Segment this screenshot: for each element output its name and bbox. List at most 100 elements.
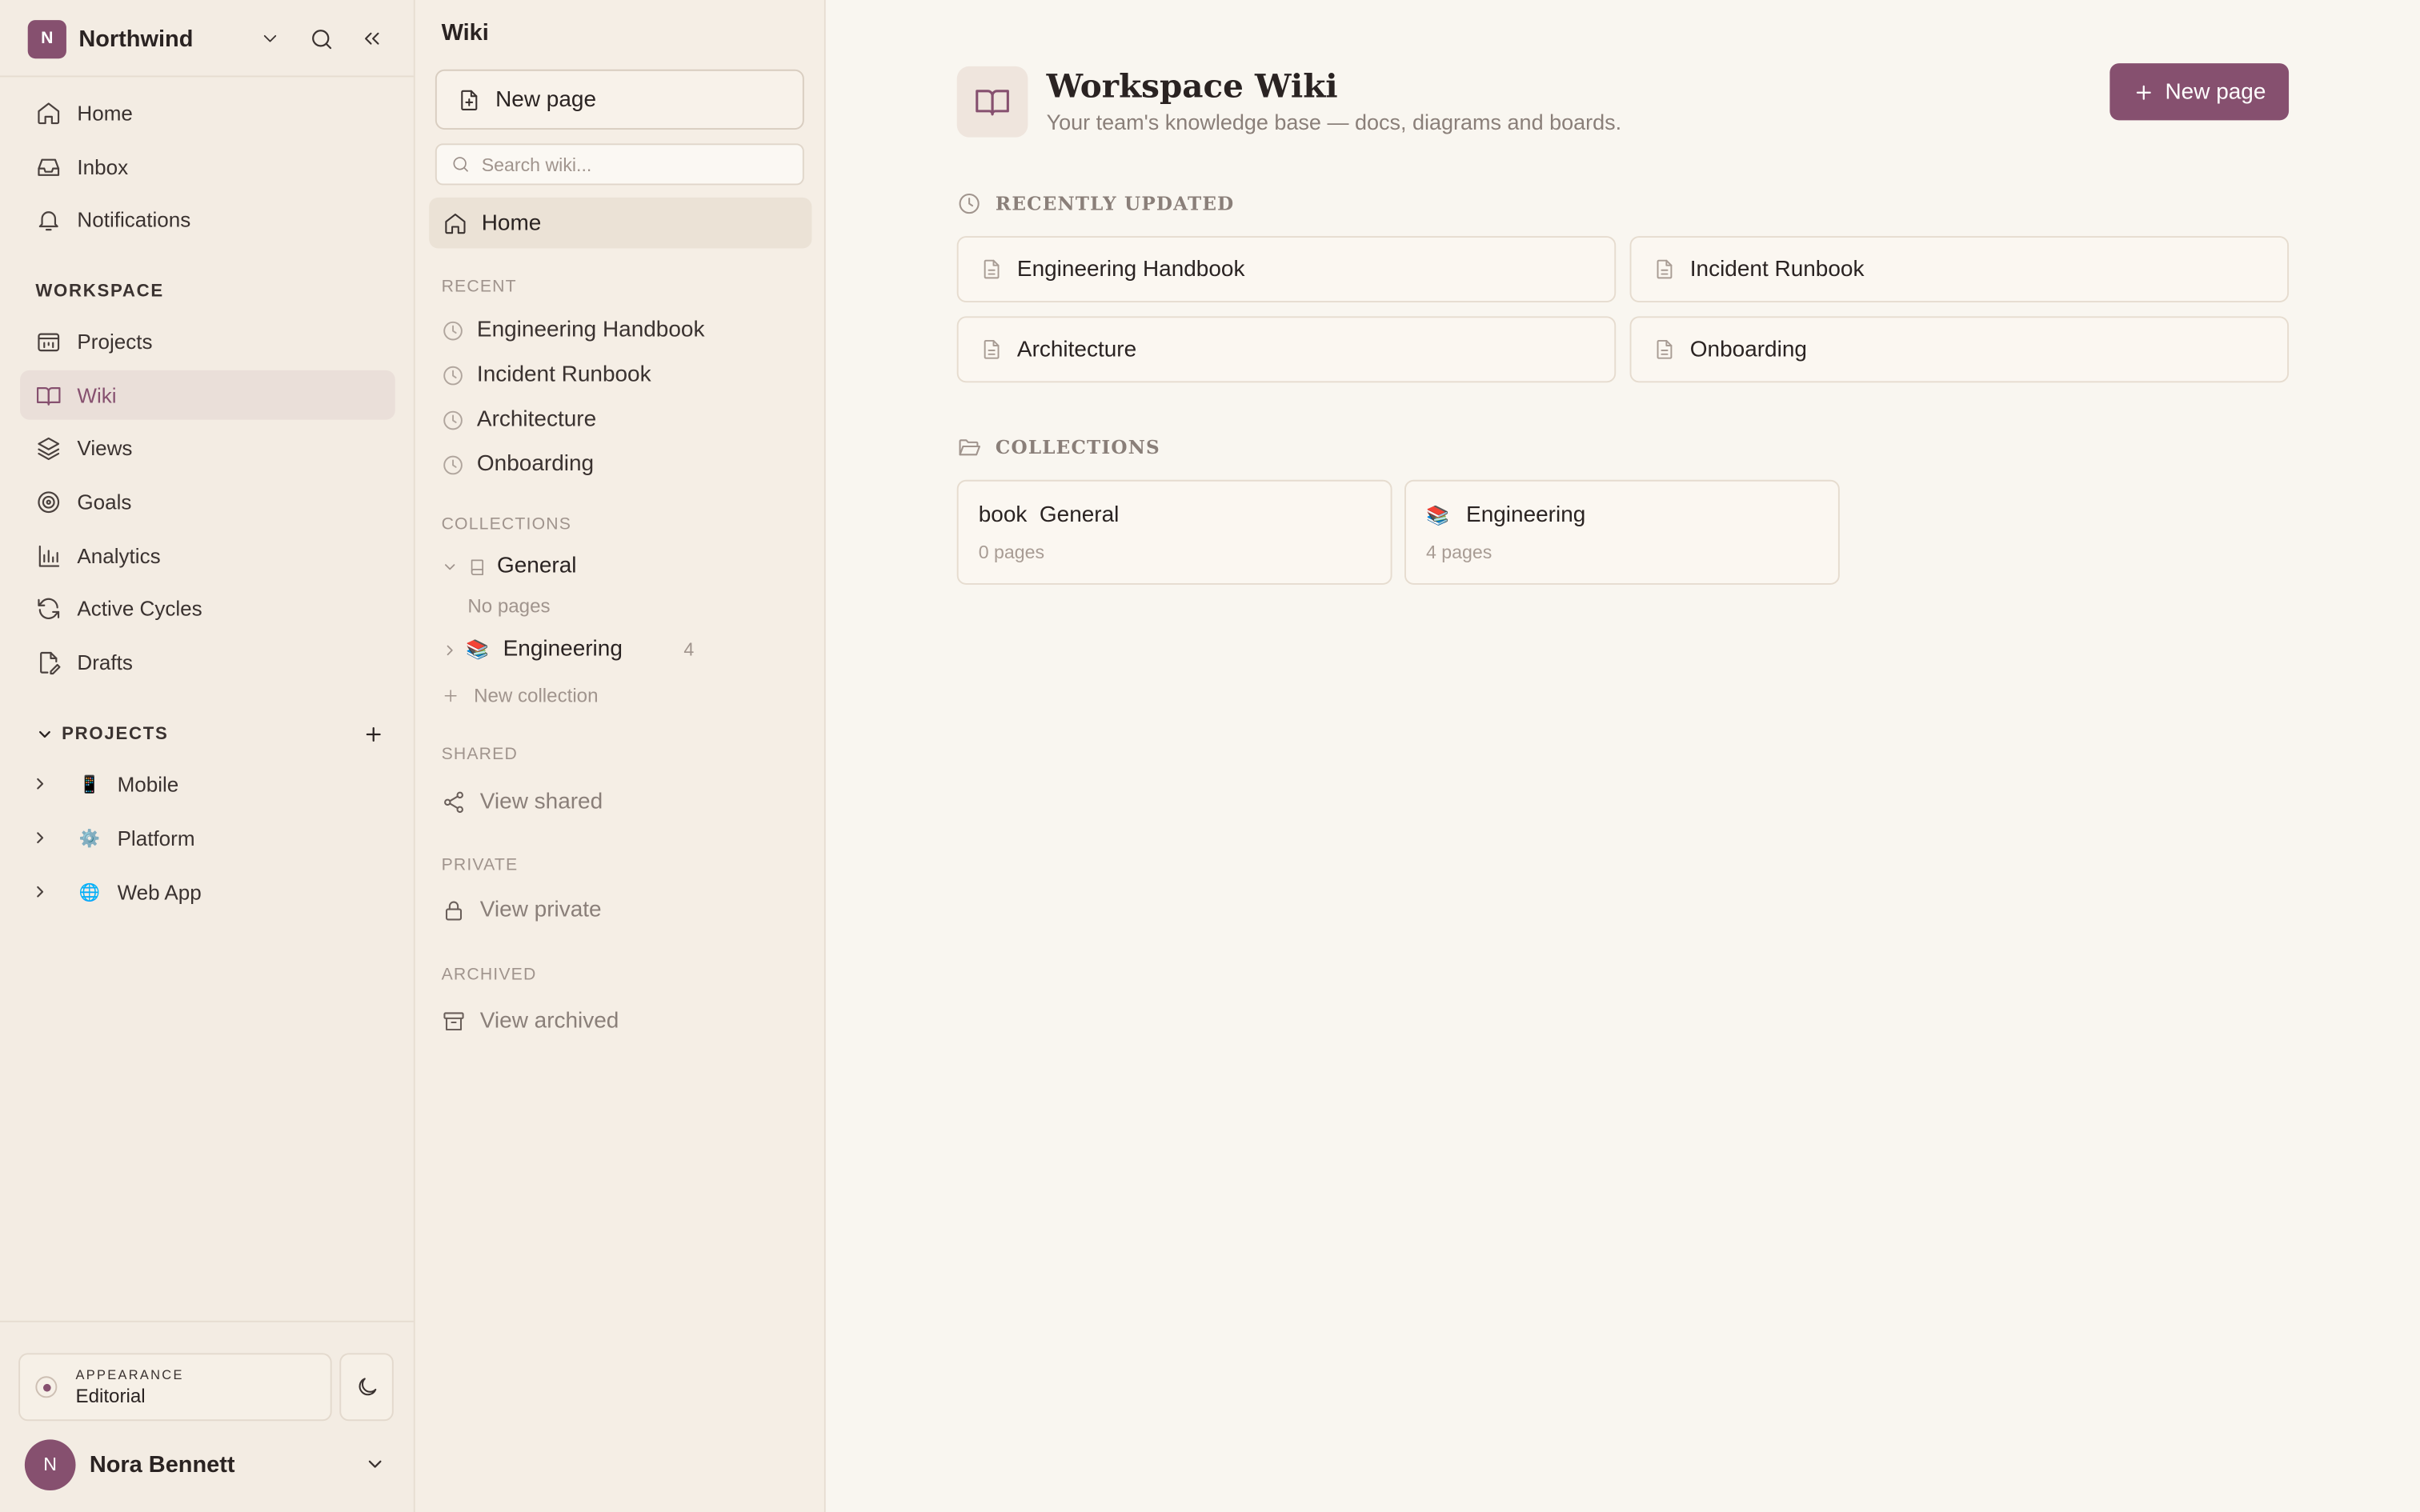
- view-archived-link[interactable]: View archived: [442, 1003, 619, 1040]
- home-icon: [35, 99, 63, 126]
- page-title: Workspace Wiki: [1046, 66, 1338, 106]
- chevron-right-icon[interactable]: [442, 641, 459, 658]
- recent-item[interactable]: Onboarding: [442, 446, 594, 482]
- plus-icon: [2133, 81, 2154, 102]
- new-page-primary-label: New page: [2165, 79, 2266, 105]
- collection-card-title: Engineering: [1466, 502, 1586, 528]
- workspace-switcher-chevron-icon[interactable]: [250, 18, 290, 58]
- nav-notifications[interactable]: Notifications: [20, 194, 395, 244]
- project-item-platform[interactable]: ⚙️ Platform: [31, 814, 195, 861]
- nav-goals[interactable]: Goals: [20, 477, 395, 526]
- divider: [0, 1320, 414, 1322]
- recent-item-label: Architecture: [476, 407, 597, 432]
- recent-page-card[interactable]: Architecture: [956, 316, 1617, 383]
- recent-item-label: Incident Runbook: [476, 362, 651, 388]
- chevron-right-icon[interactable]: [31, 774, 56, 793]
- nav-drafts[interactable]: Drafts: [20, 637, 395, 686]
- collection-emoji: 📚: [466, 638, 490, 661]
- nav-analytics-label: Analytics: [77, 543, 161, 567]
- nav-home[interactable]: Home: [20, 88, 395, 138]
- recent-item[interactable]: Incident Runbook: [442, 356, 651, 393]
- chevron-right-icon[interactable]: [31, 882, 56, 901]
- document-icon: [980, 258, 1004, 281]
- projects-section-header[interactable]: PROJECTS: [35, 719, 384, 750]
- nav-projects[interactable]: Projects: [20, 316, 395, 366]
- bell-icon: [35, 206, 63, 232]
- lock-icon: [442, 898, 467, 922]
- wiki-search-field[interactable]: [435, 143, 804, 186]
- bar-chart-icon: [35, 542, 63, 569]
- draft-file-icon: [35, 649, 63, 675]
- collapse-sidebar-icon[interactable]: [352, 18, 392, 58]
- recently-updated-label: RECENTLY UPDATED: [995, 193, 1235, 215]
- archived-section-label: ARCHIVED: [441, 966, 537, 985]
- appearance-selector[interactable]: APPEARANCE Editorial: [18, 1353, 332, 1422]
- collection-item-general[interactable]: General: [442, 548, 577, 585]
- document-icon: [1653, 338, 1676, 361]
- chevron-down-icon[interactable]: [35, 725, 54, 743]
- nav-views[interactable]: Views: [20, 422, 395, 472]
- view-shared-link[interactable]: View shared: [442, 784, 603, 821]
- clock-icon: [442, 363, 465, 386]
- recently-updated-header: RECENTLY UPDATED: [957, 191, 1235, 216]
- view-private-label: View private: [479, 898, 602, 923]
- wiki-home-item[interactable]: Home: [429, 197, 812, 249]
- clock-icon: [957, 191, 982, 216]
- document-icon: [1653, 258, 1676, 281]
- nav-analytics[interactable]: Analytics: [20, 530, 395, 580]
- recent-page-title: Engineering Handbook: [1016, 257, 1245, 282]
- recent-item[interactable]: Architecture: [442, 401, 597, 438]
- workspace-logo[interactable]: N: [27, 19, 66, 58]
- collection-card-count: 4 pages: [1425, 541, 1492, 563]
- collection-card-title: book General: [978, 502, 1120, 528]
- collection-card-engineering[interactable]: 📚 Engineering 4 pages: [1404, 479, 1840, 585]
- view-private-link[interactable]: View private: [442, 892, 602, 929]
- collection-card-general[interactable]: book General 0 pages: [956, 479, 1392, 585]
- archive-icon: [442, 1009, 467, 1034]
- new-collection-button[interactable]: New collection: [442, 685, 599, 706]
- plus-icon: [442, 686, 460, 705]
- recent-item-label: Engineering Handbook: [476, 318, 705, 343]
- search-icon: [451, 154, 471, 174]
- recent-section-label: RECENT: [441, 278, 517, 297]
- user-menu[interactable]: N Nora Bennett: [24, 1438, 392, 1490]
- recent-page-card[interactable]: Onboarding: [1629, 316, 2290, 383]
- collection-card-count: 0 pages: [978, 541, 1045, 563]
- dark-mode-toggle[interactable]: [339, 1353, 394, 1422]
- sidebar: N Northwind Home Inbox Notifications WOR…: [0, 0, 415, 1512]
- nav-notifications-label: Notifications: [77, 207, 191, 231]
- home-icon: [443, 210, 467, 235]
- wiki-search-input[interactable]: [481, 153, 759, 175]
- view-archived-label: View archived: [479, 1009, 619, 1034]
- target-icon: [35, 488, 63, 514]
- recent-page-card[interactable]: Incident Runbook: [1629, 236, 2290, 302]
- add-project-plus-icon[interactable]: [363, 723, 384, 745]
- project-name: Platform: [117, 826, 195, 850]
- collection-item-engineering[interactable]: 📚 Engineering: [442, 631, 623, 668]
- layers-icon: [35, 434, 63, 461]
- recent-page-card[interactable]: Engineering Handbook: [956, 236, 1617, 302]
- new-page-primary-button[interactable]: New page: [2109, 63, 2290, 121]
- book-open-icon: [35, 382, 63, 408]
- chevron-down-icon[interactable]: [442, 558, 459, 574]
- nav-inbox[interactable]: Inbox: [20, 142, 395, 191]
- nav-wiki[interactable]: Wiki: [20, 370, 395, 420]
- search-icon[interactable]: [301, 18, 341, 58]
- appearance-radio[interactable]: [35, 1376, 58, 1398]
- project-item-mobile[interactable]: 📱 Mobile: [31, 761, 179, 807]
- project-name: Web App: [117, 880, 202, 904]
- project-item-web-app[interactable]: 🌐 Web App: [31, 869, 202, 915]
- chevron-down-icon[interactable]: [364, 1454, 386, 1475]
- projects-section-label: PROJECTS: [62, 725, 169, 744]
- nav-active-cycles[interactable]: Active Cycles: [20, 583, 395, 633]
- workspace-name[interactable]: Northwind: [78, 26, 193, 52]
- new-page-label: New page: [495, 86, 597, 112]
- nav-views-label: Views: [77, 435, 133, 459]
- moon-icon: [355, 1374, 379, 1399]
- recent-item[interactable]: Engineering Handbook: [442, 312, 705, 349]
- collection-name: General: [496, 554, 577, 579]
- new-collection-label: New collection: [474, 685, 599, 707]
- workspace-section-label: WORKSPACE: [35, 282, 164, 302]
- new-page-button[interactable]: New page: [435, 69, 804, 130]
- chevron-right-icon[interactable]: [31, 829, 56, 847]
